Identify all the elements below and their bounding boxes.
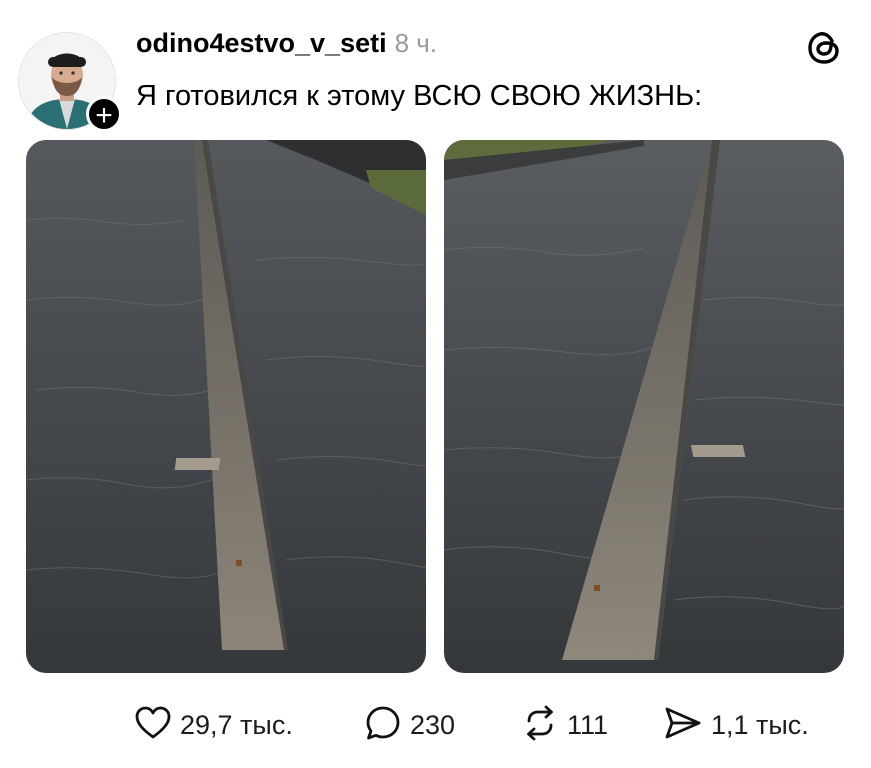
timestamp: 8 ч. [394,28,438,58]
post-image-2[interactable] [444,140,844,673]
reposts-count: 111 [567,709,609,740]
paper-plane-icon [663,705,703,746]
repost-arrows-icon [521,704,559,747]
heart-icon [134,705,172,746]
threads-post: + odino4estvo_v_seti 8 ч. Я готовился к … [0,0,871,768]
author-avatar-container[interactable]: + [18,32,122,132]
reply-button[interactable]: 230 [364,700,455,750]
shares-count: 1,1 тыс. [711,709,809,740]
threads-logo-icon [805,28,843,66]
replies-count: 230 [410,709,456,740]
plus-icon: + [95,99,113,132]
action-bar: 29,7 тыс. 230 111 1,1 тыс. [0,700,871,750]
post-text: Я готовился к этому ВСЮ СВОЮ ЖИЗНЬ: [136,80,703,112]
follow-button[interactable]: + [86,96,122,132]
likes-count: 29,7 тыс. [180,709,293,740]
post-header: odino4estvo_v_seti 8 ч. [136,28,437,68]
repost-button[interactable]: 111 [521,700,608,750]
username[interactable]: odino4estvo_v_seti [136,28,387,59]
speech-bubble-icon [364,704,402,747]
like-button[interactable]: 29,7 тыс. [134,700,293,750]
post-image-1[interactable] [26,140,426,673]
share-button[interactable]: 1,1 тыс. [663,700,809,750]
